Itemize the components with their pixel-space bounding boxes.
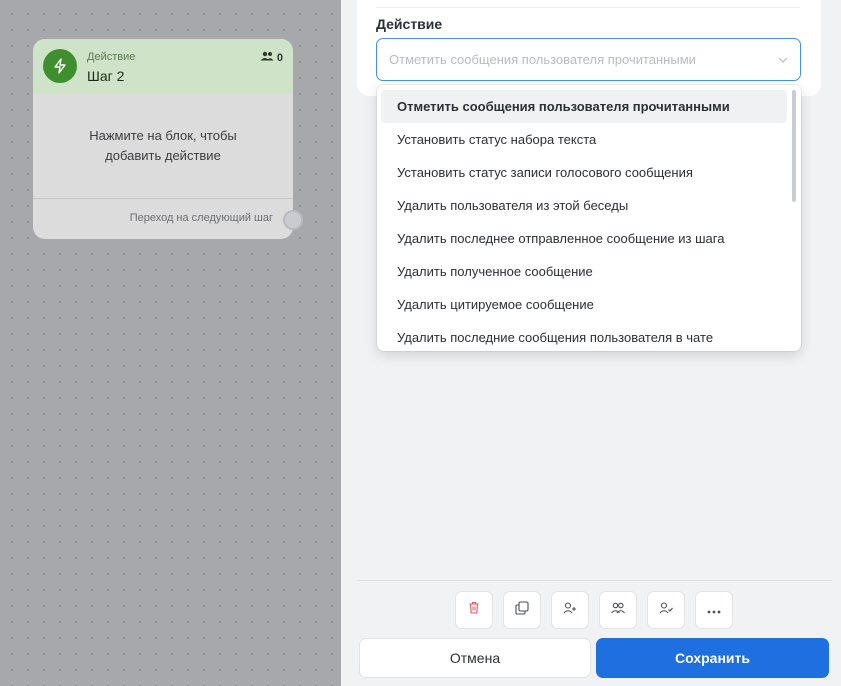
more-icon (707, 601, 721, 619)
lightning-icon (43, 49, 77, 83)
dropdown-option[interactable]: Установить статус записи голосового сооб… (381, 156, 787, 189)
chevron-down-icon (778, 54, 788, 66)
card-divider (376, 7, 800, 8)
action-select[interactable]: Отметить сообщения пользователя прочитан… (376, 38, 801, 81)
footer-divider (357, 580, 832, 581)
dropdown-option[interactable]: Установить статус набора текста (381, 123, 787, 156)
node-type-label: Действие (87, 51, 136, 63)
step-node[interactable]: Действие Шаг 2 0 Нажмите на блок, чтобы … (33, 39, 303, 239)
next-step-label: Переход на следующий шаг (129, 212, 273, 224)
node-title: Шаг 2 (87, 68, 125, 84)
next-step-port[interactable] (283, 210, 303, 230)
save-button[interactable]: Сохранить (596, 638, 829, 678)
dropdown-option[interactable]: Отметить сообщения пользователя прочитан… (381, 90, 787, 123)
assign-user-button[interactable] (647, 591, 685, 629)
action-dropdown[interactable]: Отметить сообщения пользователя прочитан… (377, 85, 801, 351)
users-icon (260, 51, 274, 64)
trash-icon (468, 601, 480, 619)
dropdown-option[interactable]: Удалить цитируемое сообщение (381, 288, 787, 321)
action-field-label: Действие (376, 16, 443, 32)
dropdown-option[interactable]: Удалить последние сообщения пользователя… (381, 321, 787, 351)
dropdown-option[interactable]: Удалить последнее отправленное сообщение… (381, 222, 787, 255)
cancel-button[interactable]: Отмена (359, 638, 591, 678)
add-action-placeholder[interactable]: Нажмите на блок, чтобы добавить действие (33, 94, 293, 198)
node-header: Действие Шаг 2 0 (33, 39, 293, 94)
dropdown-option[interactable]: Удалить полученное сообщение (381, 255, 787, 288)
user-check-icon (659, 601, 673, 619)
add-user-button[interactable] (551, 591, 589, 629)
users-icon (611, 601, 625, 619)
node-user-count: 0 (260, 51, 283, 64)
copy-icon (515, 600, 529, 620)
user-count-value: 0 (276, 51, 283, 64)
dropdown-scrollbar[interactable] (792, 90, 796, 202)
action-select-value: Отметить сообщения пользователя прочитан… (389, 52, 696, 67)
more-button[interactable] (695, 591, 733, 629)
user-add-icon (563, 601, 577, 619)
node-divider (33, 198, 293, 199)
dropdown-option[interactable]: Удалить пользователя из этой беседы (381, 189, 787, 222)
users-button[interactable] (599, 591, 637, 629)
delete-button[interactable] (455, 591, 493, 629)
duplicate-button[interactable] (503, 591, 541, 629)
